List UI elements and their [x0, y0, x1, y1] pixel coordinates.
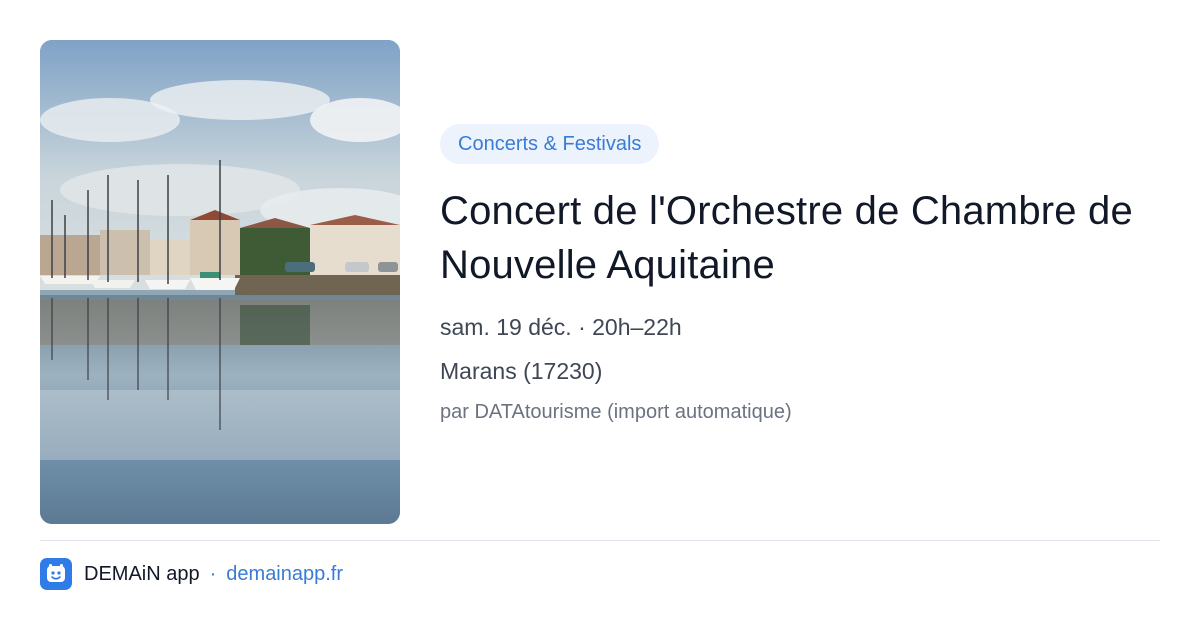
event-photo: [40, 40, 400, 524]
footer-divider: [40, 540, 1160, 541]
event-source: par DATAtourisme (import automatique): [440, 401, 792, 423]
footer: DEMAiN app · demainapp.fr: [40, 558, 343, 590]
event-location: Marans (17230): [440, 358, 603, 384]
event-date-time: sam. 19 déc. · 20h–22h: [440, 314, 682, 340]
event-share-card: Concerts & Festivals Concert de l'Orches…: [0, 0, 1200, 630]
category-badge[interactable]: Concerts & Festivals: [440, 124, 660, 164]
app-url-link[interactable]: demainapp.fr: [226, 563, 343, 586]
event-title: Concert de l'Orchestre de Chambre de Nou…: [440, 189, 1133, 287]
app-name: DEMAiN app: [84, 562, 200, 585]
event-details: Concerts & Festivals Concert de l'Orches…: [440, 124, 1160, 426]
demain-app-logo-icon: [40, 558, 72, 590]
footer-separator: ·: [209, 562, 217, 585]
